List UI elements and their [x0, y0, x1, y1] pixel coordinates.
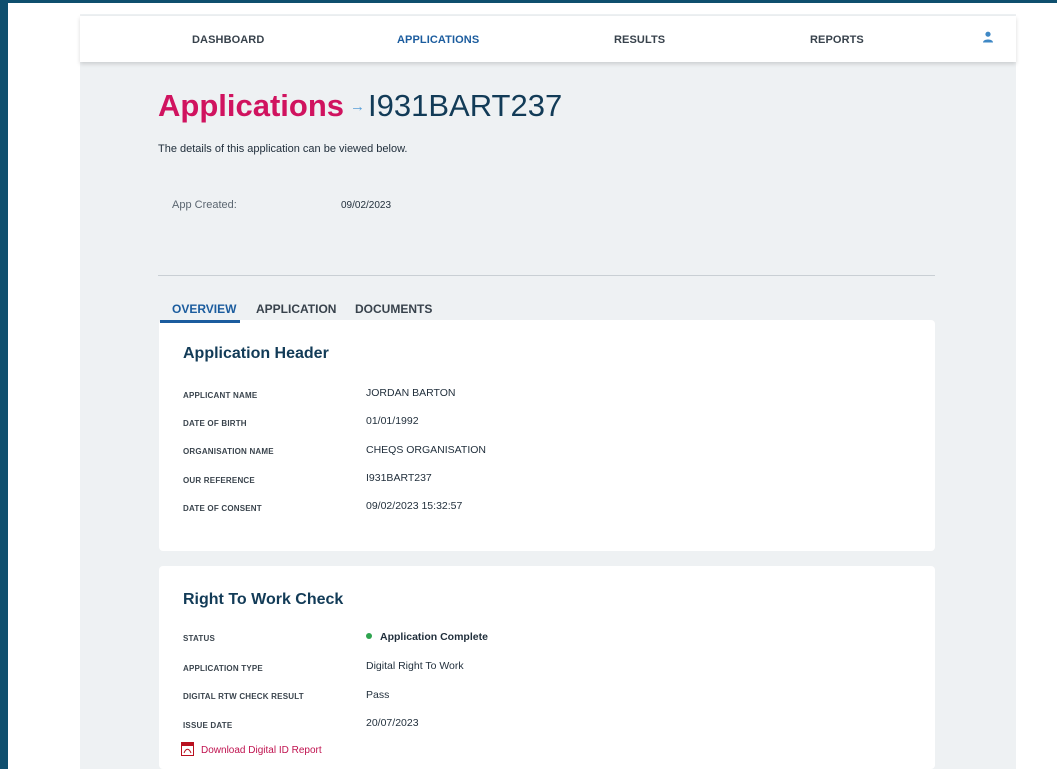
application-header-title: Application Header — [183, 345, 329, 362]
app-created-value: 09/02/2023 — [341, 200, 392, 211]
issue-date-label: ISSUE DATE — [183, 721, 233, 730]
date-of-consent-value: 09/02/2023 15:32:57 — [366, 500, 463, 512]
our-reference-label: OUR REFERENCE — [183, 476, 255, 485]
download-report-label: Download Digital ID Report — [201, 745, 322, 756]
status-label: STATUS — [183, 634, 216, 643]
digital-rtw-result-value: Pass — [366, 689, 390, 701]
date-of-consent-label: DATE OF CONSENT — [183, 504, 262, 513]
date-of-birth-value: 01/01/1992 — [366, 415, 419, 427]
breadcrumb-arrow-icon: → — [350, 98, 366, 115]
tab-application[interactable]: APPLICATION — [256, 302, 336, 316]
issue-date-value: 20/07/2023 — [366, 717, 419, 729]
organisation-name-label: ORGANISATION NAME — [183, 447, 274, 456]
page-title: Applications →I931BART237 — [158, 88, 562, 124]
right-to-work-card: Right To Work Check STATUS Application C… — [159, 566, 935, 769]
page-title-main: Applications — [158, 88, 345, 123]
nav-results[interactable]: RESULTS — [614, 34, 665, 46]
application-type-value: Digital Right To Work — [366, 660, 464, 672]
page-subtitle: The details of this application can be v… — [158, 143, 408, 155]
application-header-card: Application Header APPLICANT NAME JORDAN… — [159, 320, 935, 551]
download-report-link[interactable]: Download Digital ID Report — [181, 742, 322, 756]
applicant-name-label: APPLICANT NAME — [183, 391, 258, 400]
status-badge: Application Complete — [366, 631, 488, 643]
nav-applications[interactable]: APPLICATIONS — [397, 34, 479, 46]
page-title-reference: I931BART237 — [368, 88, 563, 123]
section-divider — [158, 275, 935, 276]
tab-documents[interactable]: DOCUMENTS — [355, 302, 432, 316]
organisation-name-value: CHEQS ORGANISATION — [366, 444, 486, 456]
application-type-label: APPLICATION TYPE — [183, 664, 263, 673]
user-icon[interactable] — [982, 31, 994, 43]
applicant-name-value: JORDAN BARTON — [366, 387, 456, 399]
top-navigation: DASHBOARD APPLICATIONS RESULTS REPORTS — [80, 16, 1016, 62]
pdf-icon — [181, 742, 194, 756]
status-dot-icon — [366, 633, 372, 639]
right-to-work-title: Right To Work Check — [183, 591, 344, 608]
tab-overview[interactable]: OVERVIEW — [172, 302, 236, 316]
nav-dashboard[interactable]: DASHBOARD — [192, 34, 264, 46]
app-created-label: App Created: — [172, 199, 237, 211]
tab-active-indicator — [160, 320, 240, 323]
status-value: Application Complete — [380, 631, 488, 643]
digital-rtw-result-label: DIGITAL RTW CHECK RESULT — [183, 692, 304, 701]
date-of-birth-label: DATE OF BIRTH — [183, 419, 247, 428]
our-reference-value: I931BART237 — [366, 472, 432, 484]
nav-reports[interactable]: REPORTS — [810, 34, 864, 46]
